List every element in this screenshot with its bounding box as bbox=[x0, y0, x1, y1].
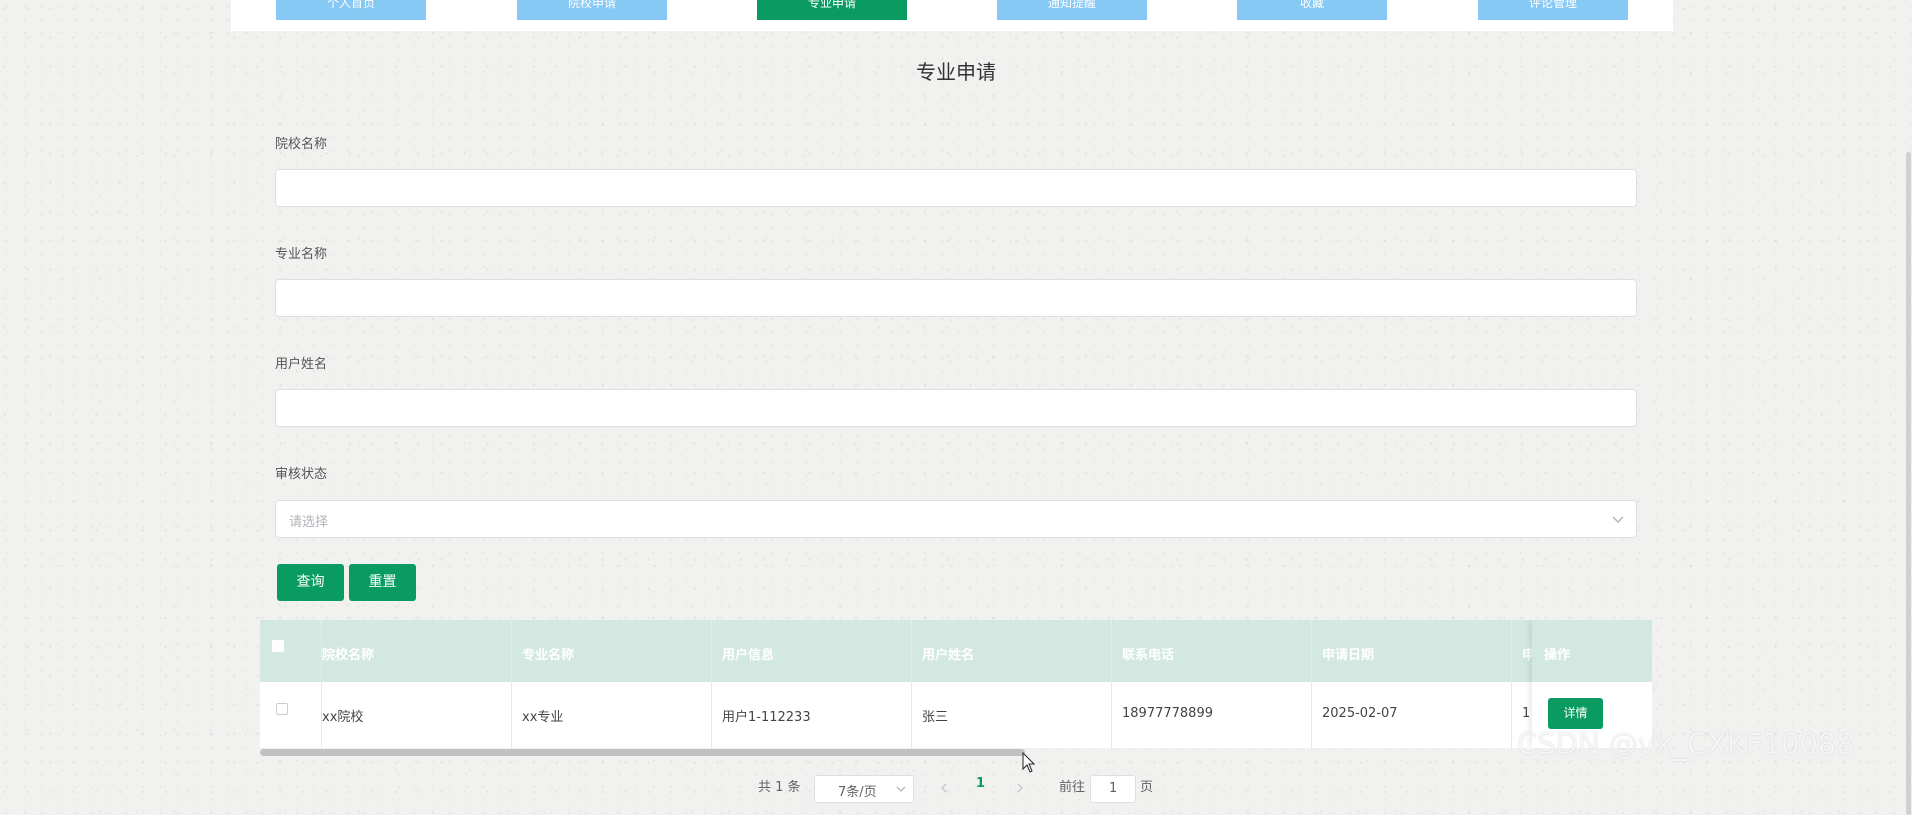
tab-label: 院校申请 bbox=[567, 0, 616, 10]
review-status-select[interactable]: 请选择 bbox=[275, 500, 1637, 538]
page-suffix: 页 bbox=[1140, 780, 1154, 795]
col-header-actions: 操作 bbox=[1544, 648, 1571, 663]
user-name-input[interactable] bbox=[275, 389, 1637, 427]
mouse-cursor-icon bbox=[1022, 752, 1036, 773]
tab-favorites[interactable]: 收藏 bbox=[1237, 0, 1387, 20]
header-divider bbox=[1111, 620, 1112, 682]
col-header-school[interactable]: 院校名称 bbox=[322, 644, 374, 663]
chevron-down-icon bbox=[896, 786, 906, 792]
detail-button[interactable]: 详情 bbox=[1548, 698, 1603, 729]
review-status-label: 审核状态 bbox=[275, 467, 328, 482]
pagination-total: 共 1 条 bbox=[758, 780, 801, 795]
header-divider bbox=[1311, 620, 1312, 682]
tab-major-application[interactable]: 专业申请 bbox=[757, 0, 907, 20]
row-checkbox[interactable] bbox=[276, 703, 288, 715]
col-header-major[interactable]: 专业名称 bbox=[522, 644, 574, 663]
header-divider bbox=[1511, 620, 1512, 682]
cell-user-info: 用户1-112233 bbox=[722, 710, 811, 725]
tab-school-application[interactable]: 院校申请 bbox=[517, 0, 667, 20]
school-name-input[interactable] bbox=[275, 169, 1637, 207]
goto-label: 前往 bbox=[1059, 780, 1086, 795]
query-button[interactable]: 查询 bbox=[277, 564, 344, 601]
cell-partial: 1 bbox=[1522, 706, 1531, 721]
chevron-left-icon[interactable] bbox=[938, 782, 950, 794]
cell-school: xx院校 bbox=[322, 710, 364, 725]
goto-page-input[interactable]: 1 bbox=[1090, 775, 1136, 803]
page-title: 专业申请 bbox=[916, 60, 996, 84]
tab-notifications[interactable]: 通知提醒 bbox=[997, 0, 1147, 20]
col-header-user-info[interactable]: 用户信息 bbox=[722, 644, 774, 663]
cell-major: xx专业 bbox=[522, 710, 564, 725]
cell-date: 2025-02-07 bbox=[1322, 706, 1398, 721]
page-scrollbar[interactable] bbox=[1904, 0, 1912, 815]
cell-phone: 18977778899 bbox=[1122, 706, 1213, 721]
tab-label: 个人首页 bbox=[326, 0, 375, 10]
scrollbar-thumb[interactable] bbox=[1906, 152, 1911, 815]
col-header-user-name[interactable]: 用户姓名 bbox=[922, 644, 974, 663]
reset-button[interactable]: 重置 bbox=[349, 564, 416, 601]
chevron-down-icon bbox=[1612, 516, 1624, 523]
watermark: CSDN @vx_CXKF10088 bbox=[1517, 727, 1855, 761]
school-name-label: 院校名称 bbox=[275, 137, 328, 152]
page-size-value: 7条/页 bbox=[838, 785, 877, 800]
select-all-checkbox[interactable] bbox=[272, 640, 284, 652]
tab-personal-home[interactable]: 个人首页 bbox=[276, 0, 426, 20]
table-horizontal-scrollbar[interactable] bbox=[260, 749, 1025, 756]
major-name-label: 专业名称 bbox=[275, 247, 328, 262]
col-header-date[interactable]: 申请日期 bbox=[1322, 644, 1374, 663]
header-divider bbox=[911, 620, 912, 682]
current-page[interactable]: 1 bbox=[976, 776, 985, 791]
goto-page-value: 1 bbox=[1109, 781, 1118, 796]
cell-divider bbox=[1511, 682, 1512, 748]
actions-header: 操作 bbox=[1532, 620, 1652, 682]
tab-label: 收藏 bbox=[1299, 0, 1324, 10]
major-name-input[interactable] bbox=[275, 279, 1637, 317]
tab-label: 专业申请 bbox=[807, 0, 856, 10]
cell-divider bbox=[911, 682, 912, 748]
tab-label: 评论管理 bbox=[1528, 0, 1577, 10]
tab-label: 通知提醒 bbox=[1047, 0, 1096, 10]
page-size-select[interactable]: 7条/页 bbox=[814, 775, 914, 803]
cell-divider bbox=[1111, 682, 1112, 748]
chevron-right-icon[interactable] bbox=[1014, 782, 1026, 794]
header-divider bbox=[711, 620, 712, 682]
cell-divider bbox=[511, 682, 512, 748]
top-nav: 个人首页 院校申请 专业申请 通知提醒 收藏 评论管理 bbox=[231, 0, 1673, 31]
table-header: 院校名称 专业名称 用户信息 用户姓名 联系电话 申请日期 申 bbox=[260, 620, 1652, 682]
cell-divider bbox=[1311, 682, 1312, 748]
user-name-label: 用户姓名 bbox=[275, 357, 328, 372]
table-row: xx院校 xx专业 用户1-112233 张三 18977778899 2025… bbox=[260, 682, 1652, 748]
col-header-phone[interactable]: 联系电话 bbox=[1122, 644, 1174, 663]
applications-table: 院校名称 专业名称 用户信息 用户姓名 联系电话 申请日期 申 xx院校 xx专… bbox=[260, 620, 1652, 748]
header-divider bbox=[511, 620, 512, 682]
tab-comment-management[interactable]: 评论管理 bbox=[1478, 0, 1628, 20]
select-placeholder: 请选择 bbox=[289, 515, 329, 530]
cell-divider bbox=[711, 682, 712, 748]
cell-user-name: 张三 bbox=[922, 710, 949, 725]
